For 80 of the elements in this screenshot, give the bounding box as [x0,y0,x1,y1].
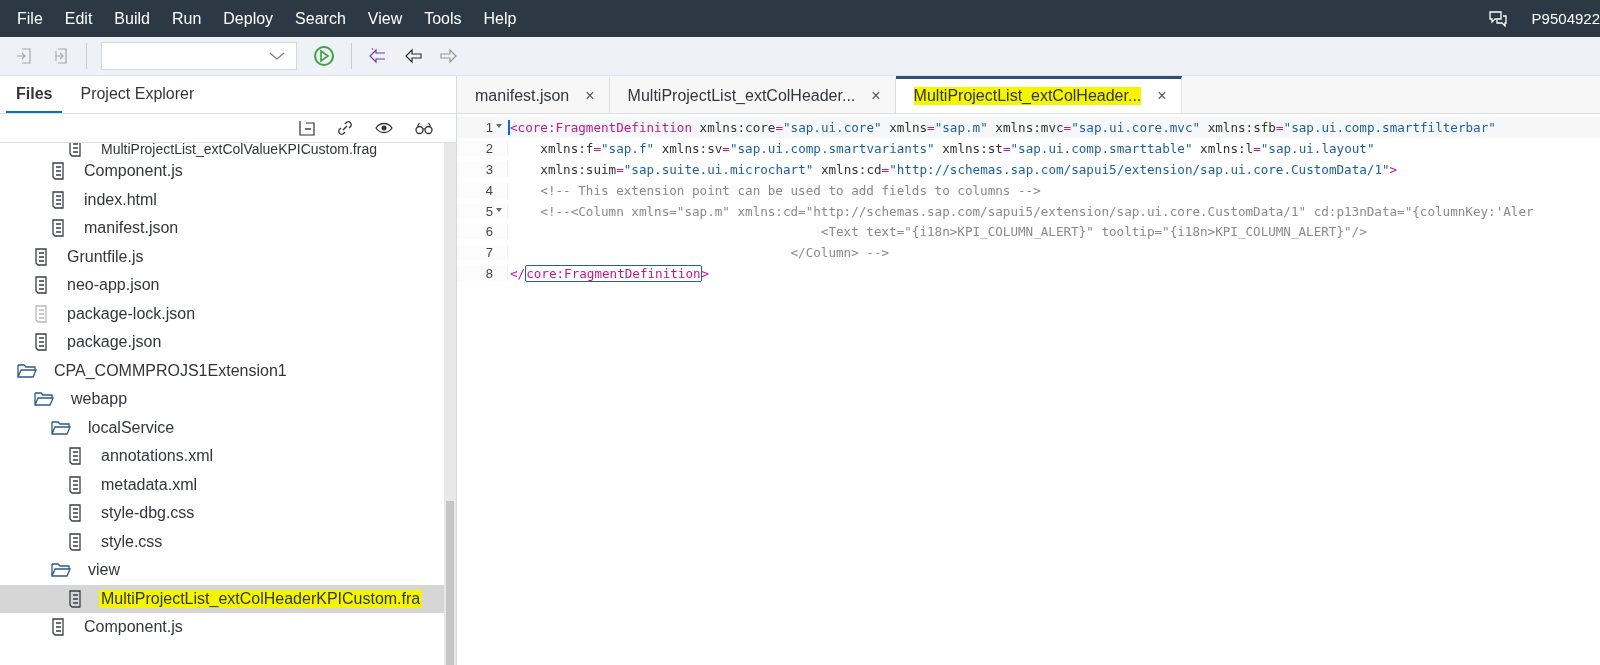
line-number: 1 [485,119,493,135]
code-line: xmlns:suim="sap.suite.ui.microchart" xmlns:cd="http://schemas.sap.com/sapui5/extension/sap.ui.core.CustomData/1"> [539,161,1398,177]
line-number: 3 [485,161,493,177]
file-icon [50,219,66,238]
link-icon [336,119,354,137]
line-number: 4 [485,182,493,198]
folder-entry[interactable]: view [0,556,444,585]
close-icon[interactable]: × [871,87,881,105]
code-line: <core:FragmentDefinition xmlns:core="sap.ui.core" xmlns="sap.m" xmlns:mvc="sap.ui.core.mvc" xmlns:sfb="sap.ui.comp.smartfilterbar" [508,119,1496,135]
scrollbar[interactable] [444,143,456,665]
tree-entry[interactable]: Component.js [0,613,444,642]
file-icon [50,618,66,637]
file-icon [67,475,83,494]
menu-item[interactable]: Edit [55,9,106,28]
chat-icon [1487,9,1508,28]
run-icon [313,45,335,67]
open-folder-icon [16,361,38,380]
tree-entry[interactable]: Component.js [0,157,444,186]
arrow-right-icon [440,47,458,65]
tree-entry[interactable]: manifest.json [0,214,444,243]
code-line: <Text text="{i18n>KPI_COLUMN_ALERT}" tooltip="{i18n>KPI_COLUMN_ALERT}"/> [819,224,1367,240]
line-number: 7 [485,245,493,261]
code-line: xmlns:f="sap.f" xmlns:sv="sap.ui.comp.smartvariants" xmlns:st="sap.ui.comp.smarttable" xmlns:l="sap.ui.layout" [539,140,1375,156]
open-folder-icon [50,418,72,437]
close-icon[interactable]: × [585,87,595,105]
menu-item[interactable]: Run [162,9,215,28]
file-icon [67,143,83,157]
file-icon [67,504,83,523]
code-line: <!-- This extension point can be used to add fields to columns --> [539,182,1041,198]
menu-item[interactable]: Deploy [214,9,287,28]
fold-caret-icon [495,206,503,214]
menu-item[interactable]: File [8,9,56,28]
file-icon [67,589,83,608]
editor-tab[interactable]: MultiProjectList_extColHeader... × [895,76,1182,113]
tree-entry[interactable]: MultiProjectList_extColHeaderKPICustom.fra [0,584,444,613]
tree-entry[interactable]: Gruntfile.js [0,242,444,271]
collapse-all-icon [298,119,316,137]
file-icon [67,447,83,466]
menu-item[interactable]: View [358,9,416,28]
file-icon [33,333,49,352]
open-folder-icon [33,390,55,409]
menu-item[interactable]: Build [105,9,163,28]
line-number: 6 [485,224,493,240]
line-number: 5 [485,203,493,219]
tree-entry[interactable]: annotations.xml [0,442,444,471]
folder-entry[interactable]: localService [0,413,444,442]
menu-item[interactable]: Help [474,9,530,28]
file-icon [33,304,49,323]
code-line: <!--<Column xmlns="sap.m" xmlns:cd="http://schemas.sap.com/sapui5/extension/sap.ui.core.CustomData/1" cd:p13nData="{columnKey:'Aler [539,203,1534,219]
tree-entry[interactable]: package-lock.json [0,299,444,328]
close-icon[interactable]: × [1157,87,1167,105]
folder-entry[interactable]: webapp [0,385,444,414]
arrow-left-icon [404,47,422,65]
code-line: </Column> --> [789,245,890,261]
tree-entry[interactable]: package.json [0,328,444,357]
tree-entry[interactable]: style.css [0,527,444,556]
file-icon [50,190,66,209]
menu-item[interactable]: Tools [415,9,475,28]
tree-entry[interactable]: index.html [0,185,444,214]
file-icon [50,162,66,181]
line-number: 2 [485,140,493,156]
tree-entry[interactable]: neo-app.json [0,271,444,300]
tree-entry[interactable]: metadata.xml [0,470,444,499]
code-line: </core:FragmentDefinition> [509,266,710,282]
file-icon [33,276,49,295]
line-number: 8 [485,266,493,282]
import-icon [16,47,34,65]
menu-item[interactable]: Search [286,9,359,28]
file-icon [67,532,83,551]
user-id[interactable]: P9504922 [1531,10,1600,27]
tree-entry[interactable]: MultiProjectList_extColValueKPICustom.frag [0,143,444,157]
file-icon [33,247,49,266]
sidebar-tab[interactable]: Project Explorer [70,76,205,113]
open-folder-icon [50,561,72,580]
export-icon [52,47,70,65]
sidebar-tab[interactable]: Files [6,76,63,113]
run-configuration-dropdown[interactable] [101,42,297,70]
folder-entry[interactable]: CPA_COMMPROJS1Extension1 [0,356,444,385]
tree-entry[interactable]: style-dbg.css [0,499,444,528]
run-button[interactable] [311,43,337,69]
